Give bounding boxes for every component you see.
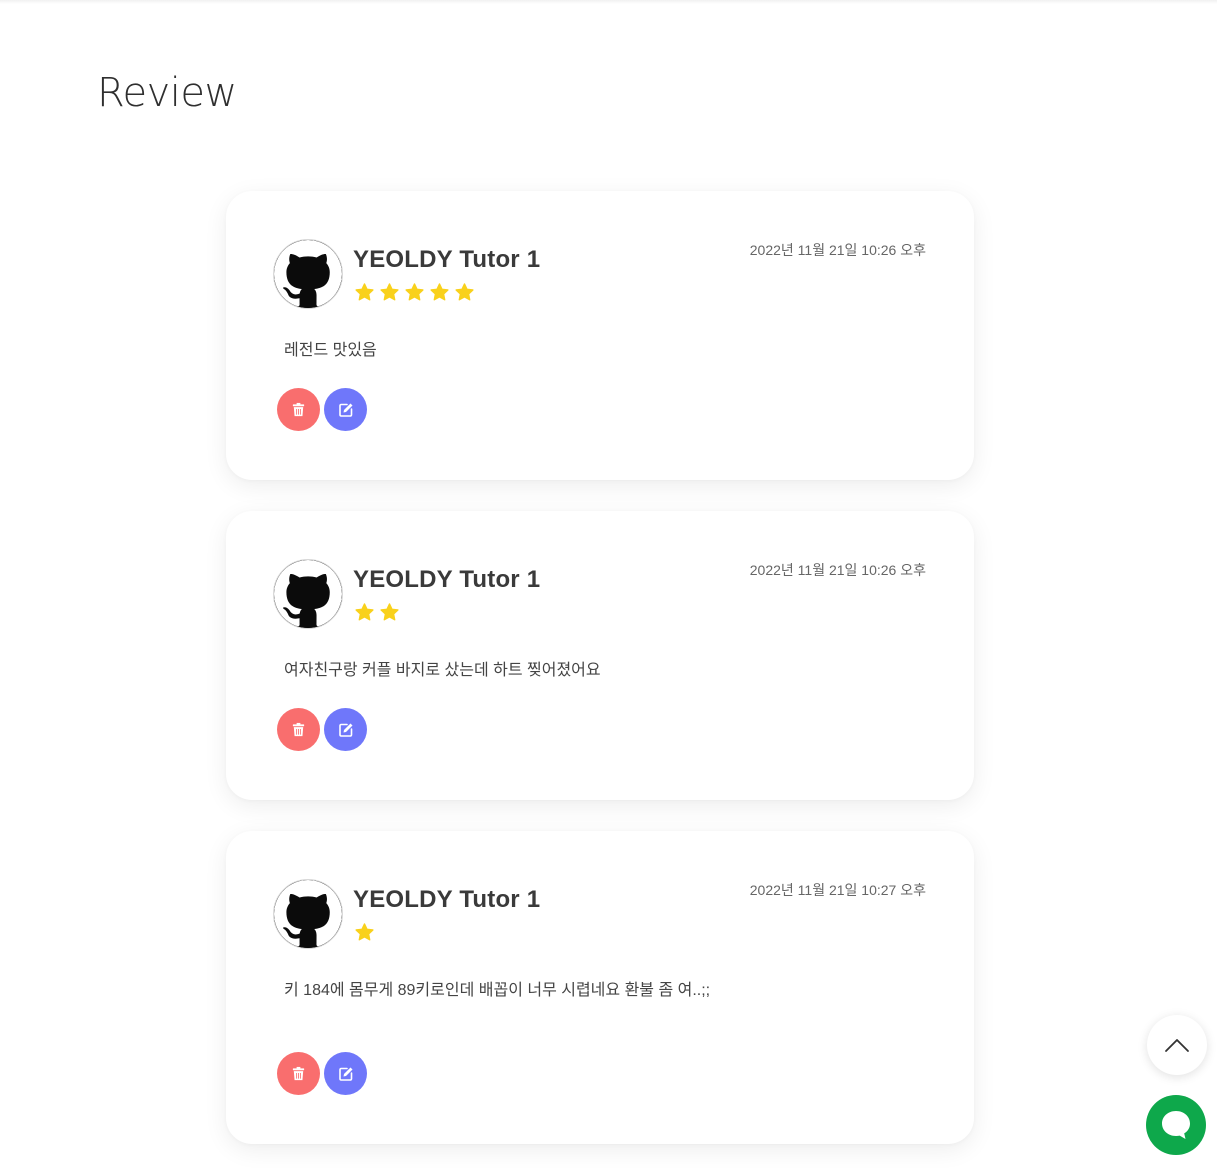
star-icon <box>380 603 399 621</box>
star-icon <box>455 283 474 301</box>
review-author: YEOLDY Tutor 1 <box>353 886 541 913</box>
page-title: Review <box>97 70 237 116</box>
review-date: 2022년 11월 21일 10:26 오후 <box>749 562 926 578</box>
review-card: YEOLDY Tutor 1 2022년 11월 21일 10:26 오후 레전… <box>226 191 974 480</box>
chat-bubble-icon <box>1162 1111 1190 1139</box>
edit-button[interactable] <box>324 708 367 751</box>
delete-button[interactable] <box>277 1052 320 1095</box>
edit-icon <box>338 723 352 737</box>
review-card: YEOLDY Tutor 1 2022년 11월 21일 10:26 오후 여자… <box>226 511 974 800</box>
star-rating <box>354 922 375 943</box>
review-actions <box>277 708 367 751</box>
trash-icon <box>292 402 305 417</box>
trash-icon <box>292 722 305 737</box>
review-content: 여자친구랑 커플 바지로 샀는데 하트 찢어졌어요 <box>284 662 601 679</box>
star-icon <box>380 283 399 301</box>
review-author: YEOLDY Tutor 1 <box>353 246 541 273</box>
star-icon <box>355 923 374 941</box>
star-icon <box>405 283 424 301</box>
review-card: YEOLDY Tutor 1 2022년 11월 21일 10:27 오후 키 … <box>226 831 974 1144</box>
chevron-up-icon <box>1165 1039 1189 1052</box>
review-content: 키 184에 몸무게 89키로인데 배꼽이 너무 시렵네요 환불 좀 여..;; <box>284 982 711 999</box>
top-bar-shadow <box>0 0 1217 4</box>
star-icon <box>355 603 374 621</box>
edit-icon <box>338 1067 352 1081</box>
github-icon <box>273 239 343 309</box>
review-actions <box>277 1052 367 1095</box>
review-date: 2022년 11월 21일 10:26 오후 <box>749 242 926 258</box>
star-icon <box>355 283 374 301</box>
review-author: YEOLDY Tutor 1 <box>353 566 541 593</box>
edit-icon <box>338 403 352 417</box>
star-rating <box>354 602 400 623</box>
edit-button[interactable] <box>324 388 367 431</box>
review-date: 2022년 11월 21일 10:27 오후 <box>749 882 926 898</box>
chat-button[interactable] <box>1146 1095 1206 1155</box>
review-actions <box>277 388 367 431</box>
edit-button[interactable] <box>324 1052 367 1095</box>
trash-icon <box>292 1066 305 1081</box>
scroll-to-top-button[interactable] <box>1147 1015 1207 1075</box>
star-rating <box>354 282 475 303</box>
review-content: 레전드 맛있음 <box>284 342 377 359</box>
github-icon <box>273 559 343 629</box>
delete-button[interactable] <box>277 388 320 431</box>
github-icon <box>273 879 343 949</box>
star-icon <box>430 283 449 301</box>
delete-button[interactable] <box>277 708 320 751</box>
